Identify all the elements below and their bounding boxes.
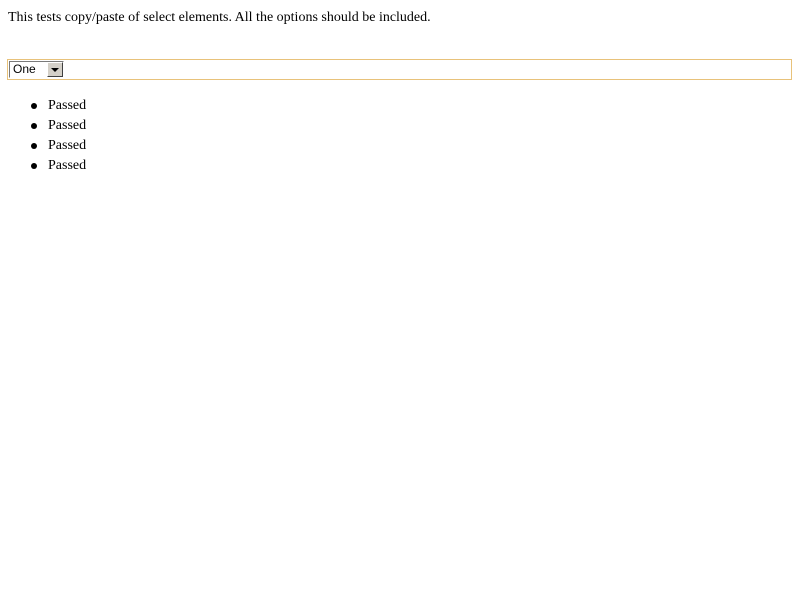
editable-region[interactable]: One	[7, 59, 792, 80]
result-label: Passed	[48, 138, 87, 153]
list-item: Passed	[8, 136, 86, 156]
bullet-icon	[31, 143, 37, 149]
test-description: This tests copy/paste of select elements…	[8, 10, 431, 25]
bullet-icon	[31, 103, 37, 109]
dropdown-button[interactable]	[47, 62, 63, 77]
chevron-down-icon	[51, 68, 59, 72]
bullet-icon	[31, 163, 37, 169]
list-item: Passed	[8, 156, 86, 176]
list-item: Passed	[8, 96, 86, 116]
option-select[interactable]: One	[9, 61, 64, 78]
result-label: Passed	[48, 158, 87, 173]
bullet-icon	[31, 123, 37, 129]
list-item: Passed	[8, 116, 86, 136]
result-label: Passed	[48, 98, 87, 113]
page: This tests copy/paste of select elements…	[0, 0, 800, 600]
result-label: Passed	[48, 118, 87, 133]
select-current-value: One	[13, 62, 36, 76]
results-list: Passed Passed Passed Passed	[8, 96, 86, 176]
